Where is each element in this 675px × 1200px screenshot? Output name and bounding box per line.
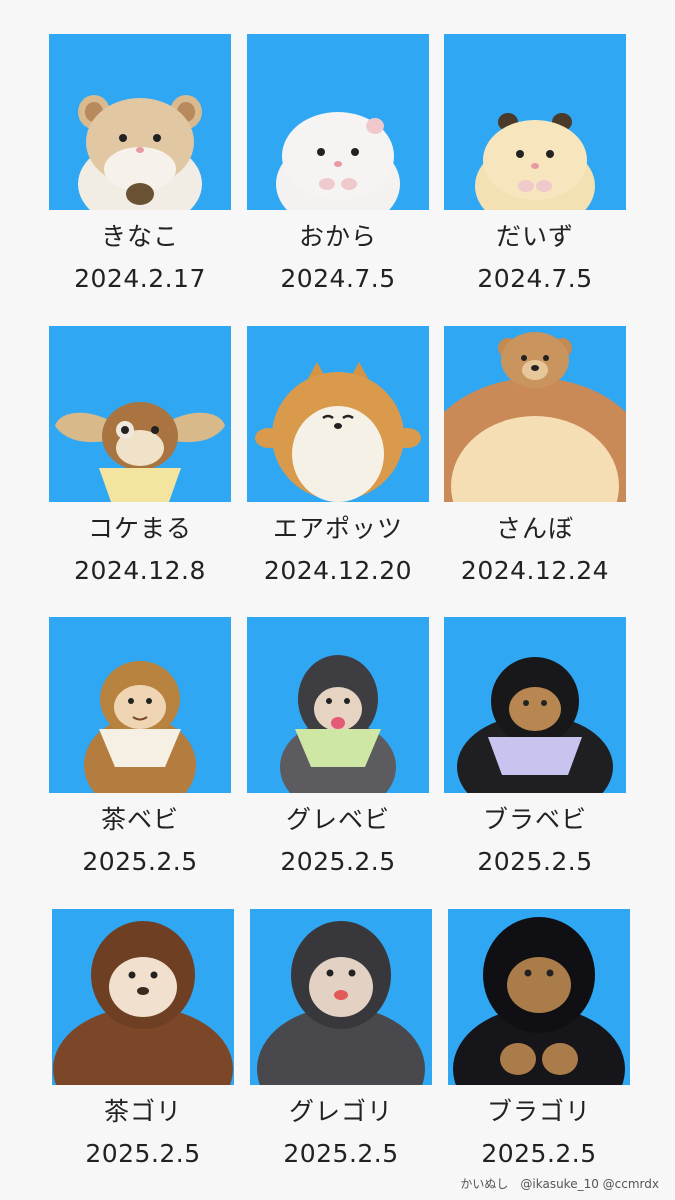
gorilla-gray-icon (257, 921, 425, 1085)
plush-date: 2025.2.5 (82, 847, 198, 876)
plush-date: 2024.12.24 (460, 556, 610, 585)
plush-date: 2025.2.5 (283, 1139, 399, 1168)
plush-name: さんぼ (495, 514, 574, 543)
plush-photo (448, 909, 630, 1085)
plush-card-kokemaru: コケまる 2024.12.8 (49, 326, 231, 586)
gorilla-brown-icon (53, 921, 233, 1085)
plush-photo (250, 909, 432, 1085)
plush-card-cha-bebi: 茶ベビ 2025.2.5 (49, 617, 231, 877)
plush-date: 2025.2.5 (280, 847, 396, 876)
plush-card-sanbo: さんぼ 2024.12.24 (444, 326, 626, 586)
plush-photo (49, 326, 231, 502)
plush-photo (49, 617, 231, 793)
plush-name: エアポッツ (272, 514, 403, 543)
plush-name: ブラベビ (482, 805, 587, 834)
hamster-white-icon (276, 112, 400, 210)
plush-photo (52, 909, 234, 1085)
plush-date: 2024.2.17 (74, 264, 206, 293)
plush-date: 2025.2.5 (481, 1139, 597, 1168)
plush-name: だいず (495, 222, 574, 251)
plush-card-bura-bebi: ブラベビ 2025.2.5 (444, 617, 626, 877)
plush-date: 2024.12.8 (74, 556, 206, 585)
plush-name: 茶ベビ (100, 805, 179, 834)
plush-date: 2024.7.5 (280, 264, 396, 293)
plush-photo (247, 326, 429, 502)
owner-credit: かいぬし @ikasuke_10 @ccmrdx (460, 1177, 659, 1191)
plush-name: グレゴリ (288, 1097, 393, 1126)
hamster-beige-icon (78, 95, 202, 210)
plush-date: 2024.12.20 (263, 556, 413, 585)
plush-date: 2025.2.5 (477, 847, 593, 876)
plush-card-cha-gori: 茶ゴリ 2025.2.5 (52, 909, 234, 1169)
baby-gorilla-black-icon (457, 657, 613, 793)
plush-name: 茶ゴリ (103, 1097, 182, 1126)
plush-photo (444, 34, 626, 210)
plush-photo (444, 326, 626, 502)
baby-gorilla-gray-icon (280, 655, 396, 793)
plush-name: コケまる (87, 514, 192, 543)
plush-name: おから (298, 222, 377, 251)
plush-photo (49, 34, 231, 210)
plush-date: 2025.2.5 (85, 1139, 201, 1168)
plush-card-bura-gori: ブラゴリ 2025.2.5 (448, 909, 630, 1169)
plush-name: ブラゴリ (486, 1097, 591, 1126)
plush-photo (247, 34, 429, 210)
plush-name: きなこ (100, 222, 179, 251)
plush-card-gure-bebi: グレベビ 2025.2.5 (247, 617, 429, 877)
plush-photo (247, 617, 429, 793)
shiba-dog-plush-icon (255, 362, 421, 502)
plush-card-airpots: エアポッツ 2024.12.20 (247, 326, 429, 586)
hamster-cream-icon (475, 113, 595, 210)
gorilla-black-icon (453, 917, 625, 1085)
plush-card-gure-gori: グレゴリ 2025.2.5 (250, 909, 432, 1169)
plush-name: グレベビ (285, 805, 390, 834)
baby-monkey-brown-icon (84, 661, 196, 793)
plush-card-daizu: だいず 2024.7.5 (444, 34, 626, 294)
plush-card-okara: おから 2024.7.5 (247, 34, 429, 294)
bear-on-cushion-icon (444, 332, 626, 502)
plush-card-kinako: きなこ 2024.2.17 (49, 34, 231, 294)
plush-photo (444, 617, 626, 793)
plush-date: 2024.7.5 (477, 264, 593, 293)
gremlin-plush-icon (55, 402, 225, 502)
